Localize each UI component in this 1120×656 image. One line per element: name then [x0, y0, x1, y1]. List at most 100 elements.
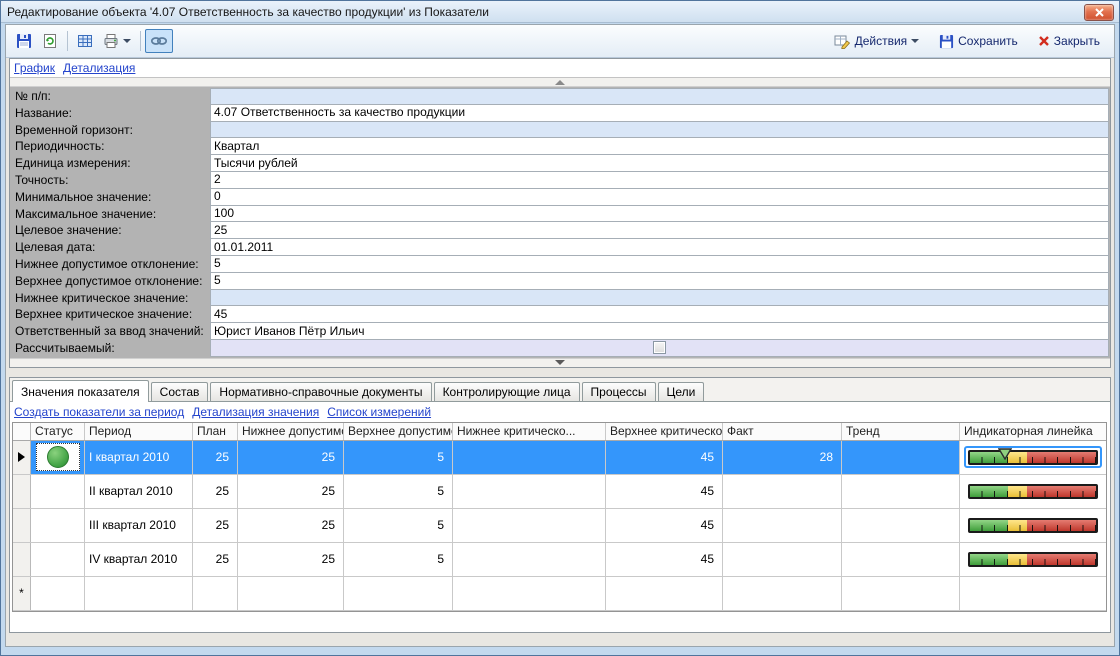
- chart-link[interactable]: График: [14, 61, 55, 75]
- link-button[interactable]: [145, 29, 173, 53]
- cell-upper-critical[interactable]: [606, 577, 723, 610]
- cell-lower-tolerance[interactable]: 25: [238, 543, 344, 576]
- create-indicators-link[interactable]: Создать показатели за период: [14, 405, 184, 419]
- cell-upper-tolerance[interactable]: 5: [344, 543, 453, 576]
- cell-upper-critical[interactable]: 45: [606, 543, 723, 576]
- field-upper-tolerance[interactable]: 5: [210, 273, 1109, 290]
- cell-status[interactable]: [31, 543, 85, 576]
- col-lower-critical[interactable]: Нижнее критическо...: [453, 423, 606, 440]
- cell-indicator[interactable]: [960, 509, 1106, 542]
- cell-upper-tolerance[interactable]: [344, 577, 453, 610]
- field-unit[interactable]: Тысячи рублей: [210, 155, 1109, 172]
- field-lower-critical[interactable]: [210, 290, 1109, 307]
- cell-status[interactable]: [31, 441, 85, 474]
- col-fact[interactable]: Факт: [723, 423, 842, 440]
- cell-fact[interactable]: [723, 543, 842, 576]
- field-upper-critical[interactable]: 45: [210, 306, 1109, 323]
- cell-period[interactable]: [85, 577, 193, 610]
- close-button[interactable]: Закрыть: [1033, 29, 1105, 53]
- cell-status[interactable]: [31, 509, 85, 542]
- cell-plan[interactable]: [193, 577, 238, 610]
- cell-lower-critical[interactable]: [453, 543, 606, 576]
- save-button-icon-only[interactable]: [11, 29, 37, 53]
- cell-indicator[interactable]: [960, 543, 1106, 576]
- cell-indicator[interactable]: [960, 475, 1106, 508]
- cell-upper-critical[interactable]: 45: [606, 509, 723, 542]
- field-target[interactable]: 25: [210, 222, 1109, 239]
- field-name[interactable]: 4.07 Ответственность за качество продукц…: [210, 105, 1109, 122]
- cell-lower-critical[interactable]: [453, 441, 606, 474]
- cell-plan[interactable]: 25: [193, 475, 238, 508]
- tab-composition[interactable]: Состав: [151, 382, 209, 401]
- cell-lower-critical[interactable]: [453, 509, 606, 542]
- tab-values[interactable]: Значения показателя: [12, 380, 149, 402]
- table-row[interactable]: I квартал 2010 25 25 5 45 28: [13, 441, 1106, 475]
- field-periodicity[interactable]: Квартал: [210, 138, 1109, 155]
- cell-lower-tolerance[interactable]: [238, 577, 344, 610]
- cell-lower-critical[interactable]: [453, 577, 606, 610]
- cell-trend[interactable]: [842, 577, 960, 610]
- grid-view-button[interactable]: [72, 29, 98, 53]
- cell-lower-tolerance[interactable]: 25: [238, 475, 344, 508]
- cell-trend[interactable]: [842, 543, 960, 576]
- measure-list-link[interactable]: Список измерений: [327, 405, 431, 419]
- col-status[interactable]: Статус: [31, 423, 85, 440]
- cell-trend[interactable]: [842, 441, 960, 474]
- field-horizon[interactable]: [210, 122, 1109, 139]
- cell-upper-tolerance[interactable]: 5: [344, 441, 453, 474]
- cell-trend[interactable]: [842, 509, 960, 542]
- cell-plan[interactable]: 25: [193, 543, 238, 576]
- cell-trend[interactable]: [842, 475, 960, 508]
- field-responsible[interactable]: Юрист Иванов Пётр Ильич: [210, 323, 1109, 340]
- field-precision[interactable]: 2: [210, 172, 1109, 189]
- window-close-button[interactable]: [1084, 4, 1114, 21]
- field-target-date[interactable]: 01.01.2011: [210, 239, 1109, 256]
- cell-upper-critical[interactable]: 45: [606, 475, 723, 508]
- tab-controlling-persons[interactable]: Контролирующие лица: [434, 382, 580, 401]
- cell-plan[interactable]: 25: [193, 509, 238, 542]
- cell-indicator[interactable]: [960, 441, 1106, 474]
- cell-period[interactable]: I квартал 2010: [85, 441, 193, 474]
- value-detail-link[interactable]: Детализация значения: [192, 405, 319, 419]
- refresh-button[interactable]: [37, 29, 63, 53]
- field-num[interactable]: [210, 88, 1109, 105]
- cell-fact[interactable]: [723, 509, 842, 542]
- field-lower-tolerance[interactable]: 5: [210, 256, 1109, 273]
- col-period[interactable]: Период: [85, 423, 193, 440]
- tab-processes[interactable]: Процессы: [582, 382, 656, 401]
- cell-indicator[interactable]: [960, 577, 1106, 610]
- col-plan[interactable]: План: [193, 423, 238, 440]
- cell-fact[interactable]: [723, 577, 842, 610]
- form-splitter-top[interactable]: [10, 78, 1110, 87]
- table-row[interactable]: II квартал 2010 25 25 5 45: [13, 475, 1106, 509]
- tab-goals[interactable]: Цели: [658, 382, 705, 401]
- save-button[interactable]: Сохранить: [934, 29, 1023, 53]
- col-upper-tolerance[interactable]: Верхнее допустимо...: [344, 423, 453, 440]
- field-min[interactable]: 0: [210, 189, 1109, 206]
- table-row[interactable]: IV квартал 2010 25 25 5 45: [13, 543, 1106, 577]
- print-button[interactable]: [98, 29, 136, 53]
- cell-upper-tolerance[interactable]: 5: [344, 475, 453, 508]
- actions-button[interactable]: Действия: [829, 29, 925, 53]
- detail-link[interactable]: Детализация: [63, 61, 135, 75]
- calculated-checkbox[interactable]: [653, 341, 666, 354]
- cell-plan[interactable]: 25: [193, 441, 238, 474]
- field-max[interactable]: 100: [210, 206, 1109, 223]
- table-row[interactable]: III квартал 2010 25 25 5 45: [13, 509, 1106, 543]
- col-upper-critical[interactable]: Верхнее критическо...: [606, 423, 723, 440]
- cell-lower-tolerance[interactable]: 25: [238, 441, 344, 474]
- cell-lower-critical[interactable]: [453, 475, 606, 508]
- cell-period[interactable]: II квартал 2010: [85, 475, 193, 508]
- cell-fact[interactable]: [723, 475, 842, 508]
- new-row[interactable]: *: [13, 577, 1106, 611]
- cell-status[interactable]: [31, 475, 85, 508]
- cell-period[interactable]: IV квартал 2010: [85, 543, 193, 576]
- cell-status[interactable]: [31, 577, 85, 610]
- cell-upper-tolerance[interactable]: 5: [344, 509, 453, 542]
- cell-fact[interactable]: 28: [723, 441, 842, 474]
- tab-normative-docs[interactable]: Нормативно-справочные документы: [210, 382, 431, 401]
- form-splitter-bottom[interactable]: [10, 358, 1110, 367]
- cell-upper-critical[interactable]: 45: [606, 441, 723, 474]
- col-lower-tolerance[interactable]: Нижнее допустимое...: [238, 423, 344, 440]
- col-trend[interactable]: Тренд: [842, 423, 960, 440]
